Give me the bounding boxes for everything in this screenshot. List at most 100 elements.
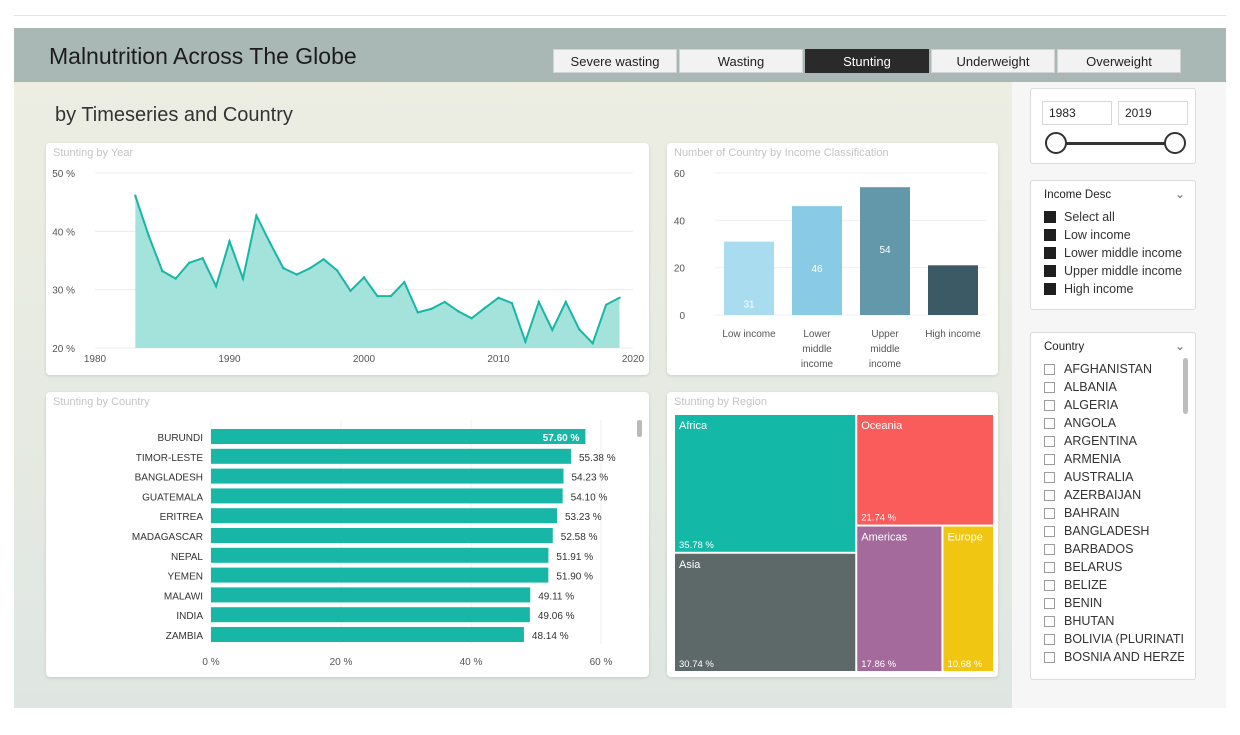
option-label: ALBANIA xyxy=(1064,380,1117,394)
income-slicer-title: Income Desc xyxy=(1044,189,1112,201)
checkbox-icon[interactable] xyxy=(1044,283,1056,295)
year-slider-track[interactable] xyxy=(1057,142,1175,145)
bar xyxy=(211,448,571,464)
country-option[interactable]: ALGERIA xyxy=(1044,396,1184,414)
bar-value-label: 51.91 % xyxy=(556,552,593,563)
checkbox-icon[interactable] xyxy=(1044,597,1055,609)
data-point xyxy=(443,300,446,304)
option-label: BOTSWANA xyxy=(1064,668,1135,670)
treemap-tile xyxy=(675,553,856,671)
checkbox-icon[interactable] xyxy=(1044,471,1055,483)
country-list-scrollbar[interactable] xyxy=(1183,358,1188,414)
country-option[interactable]: ARGENTINA xyxy=(1044,432,1184,450)
checkbox-icon[interactable] xyxy=(1044,489,1055,501)
country-option[interactable]: AZERBAIJAN xyxy=(1044,486,1184,504)
checkbox-icon[interactable] xyxy=(1044,669,1055,670)
income-option-lower-middle[interactable]: Lower middle income xyxy=(1044,244,1182,262)
x-category-label: middle xyxy=(870,344,900,355)
tab-stunting[interactable]: Stunting xyxy=(805,49,929,73)
country-option[interactable]: BAHRAIN xyxy=(1044,504,1184,522)
data-point xyxy=(456,310,460,313)
checkbox-icon[interactable] xyxy=(1044,435,1055,447)
y-category-label: NEPAL xyxy=(171,552,203,563)
checkbox-icon[interactable] xyxy=(1044,211,1056,223)
data-point xyxy=(147,234,150,238)
option-label: ANGOLA xyxy=(1064,416,1117,430)
income-classification-card[interactable]: Number of Country by Income Classificati… xyxy=(667,143,998,375)
country-option[interactable]: BENIN xyxy=(1044,594,1184,612)
checkbox-icon[interactable] xyxy=(1044,507,1055,519)
data-point xyxy=(201,256,204,260)
stunting-by-country-card[interactable]: Stunting by Country 0 % 20 % 40 % 60 % BURUN… xyxy=(46,392,649,677)
bar xyxy=(211,627,524,642)
checkbox-icon[interactable] xyxy=(1044,615,1055,627)
bar-value-label: 31 xyxy=(743,300,755,311)
country-option[interactable]: BOSNIA AND HERZE... xyxy=(1044,648,1184,666)
data-point xyxy=(564,300,567,304)
data-point xyxy=(309,266,312,270)
stunting-by-region-card[interactable]: Stunting by Region Africa 35.78 % Asia 30.7… xyxy=(667,392,998,677)
top-divider xyxy=(14,15,1226,16)
year-slider-start-handle[interactable] xyxy=(1045,132,1067,154)
stunting-by-year-card[interactable]: Stunting by Year 20 % 30 % 40 % 50 % 1980 199… xyxy=(46,143,649,375)
country-option[interactable]: AUSTRALIA xyxy=(1044,468,1184,486)
checkbox-icon[interactable] xyxy=(1044,247,1056,259)
checkbox-icon[interactable] xyxy=(1044,381,1055,393)
checkbox-icon[interactable] xyxy=(1044,579,1055,591)
country-option[interactable]: BOLIVIA (PLURINATI... xyxy=(1044,630,1184,648)
tab-overweight[interactable]: Overweight xyxy=(1057,49,1181,73)
checkbox-icon[interactable] xyxy=(1044,229,1056,241)
country-options: AFGHANISTAN ALBANIA ALGERIA ANGOLA ARGENTINA… xyxy=(1044,360,1184,670)
country-option[interactable]: ANGOLA xyxy=(1044,414,1184,432)
country-option[interactable]: BARBADOS xyxy=(1044,540,1184,558)
country-option[interactable]: AFGHANISTAN xyxy=(1044,360,1184,378)
country-option[interactable]: ARMENIA xyxy=(1044,450,1184,468)
end-year-input[interactable]: 2019 xyxy=(1118,101,1188,125)
country-option[interactable]: BELARUS xyxy=(1044,558,1184,576)
y-category-label: ZAMBIA xyxy=(166,631,204,642)
checkbox-icon[interactable] xyxy=(1044,651,1055,663)
income-option-low[interactable]: Low income xyxy=(1044,226,1182,244)
tab-severe-wasting[interactable]: Severe wasting xyxy=(553,49,677,73)
checkbox-icon[interactable] xyxy=(1044,543,1055,555)
bar-value-label: 49.11 % xyxy=(538,591,574,602)
bar-value-label: 54 xyxy=(879,245,891,256)
checkbox-icon[interactable] xyxy=(1044,417,1055,429)
treemap-tile xyxy=(675,415,856,552)
country-option[interactable]: BELIZE xyxy=(1044,576,1184,594)
chevron-down-icon[interactable]: ⌄ xyxy=(1175,187,1185,201)
country-option[interactable]: BOTSWANA xyxy=(1044,666,1184,670)
income-option-high[interactable]: High income xyxy=(1044,280,1182,298)
income-option-upper-middle[interactable]: Upper middle income xyxy=(1044,262,1182,280)
start-year-input[interactable]: 1983 xyxy=(1042,101,1112,125)
tab-wasting[interactable]: Wasting xyxy=(679,49,803,73)
bar xyxy=(211,468,564,484)
checkbox-icon[interactable] xyxy=(1044,525,1055,537)
country-option[interactable]: BANGLADESH xyxy=(1044,522,1184,540)
x-category-label: middle xyxy=(802,344,832,355)
option-label: BELARUS xyxy=(1064,560,1123,574)
year-slider-end-handle[interactable] xyxy=(1164,132,1186,154)
stunting-by-region-treemap: Africa 35.78 % Asia 30.74 % Oceania 21.74 % Am… xyxy=(675,415,993,671)
checkbox-icon[interactable] xyxy=(1044,265,1056,277)
bar-value-label: 54.23 % xyxy=(571,473,608,484)
checkbox-icon[interactable] xyxy=(1044,633,1055,645)
country-option[interactable]: BHUTAN xyxy=(1044,612,1184,630)
chevron-down-icon[interactable]: ⌄ xyxy=(1175,339,1185,353)
income-options: Select all Low income Lower middle incom… xyxy=(1044,208,1182,298)
x-category-label: Low income xyxy=(722,329,776,340)
checkbox-icon[interactable] xyxy=(1044,561,1055,573)
checkbox-icon[interactable] xyxy=(1044,399,1055,411)
measure-tabs: Severe wasting Wasting Stunting Underwei… xyxy=(553,49,1181,73)
tab-underweight[interactable]: Underweight xyxy=(931,49,1055,73)
checkbox-icon[interactable] xyxy=(1044,363,1055,375)
data-point xyxy=(335,269,339,272)
bar-value-label: 46 xyxy=(811,264,823,275)
chart-title: Number of Country by Income Classificati… xyxy=(674,147,889,159)
country-option[interactable]: ALBANIA xyxy=(1044,378,1184,396)
x-tick-label: 1990 xyxy=(218,354,241,365)
data-point xyxy=(161,269,164,273)
data-point xyxy=(255,214,258,217)
checkbox-icon[interactable] xyxy=(1044,453,1055,465)
income-option-select-all[interactable]: Select all xyxy=(1044,208,1182,226)
